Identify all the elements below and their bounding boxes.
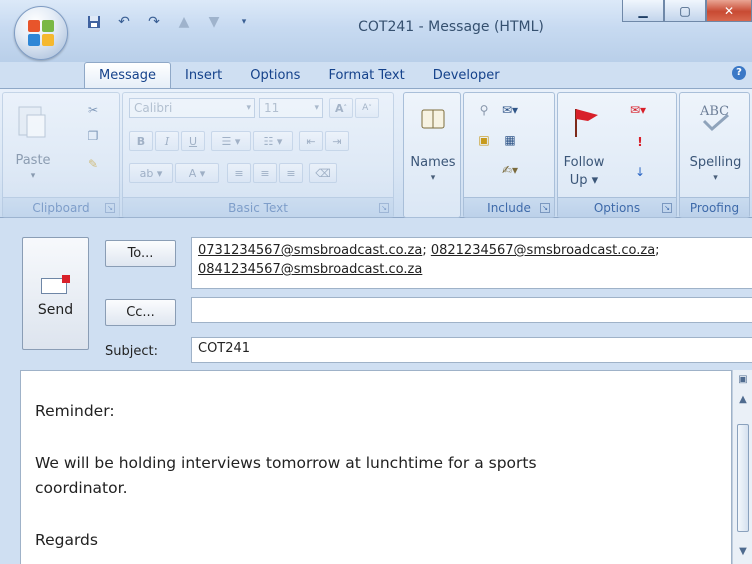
font-name-combo[interactable]: Calibri ▾: [129, 98, 255, 118]
spelling-button[interactable]: Spelling: [680, 155, 751, 170]
copy-icon[interactable]: ❐: [83, 127, 103, 145]
low-importance-icon[interactable]: ↓: [630, 163, 650, 181]
paste-icon[interactable]: [15, 103, 49, 139]
attach-item-icon[interactable]: ✉▾: [500, 101, 520, 119]
help-icon[interactable]: ?: [732, 66, 746, 80]
scroll-thumb[interactable]: [737, 424, 749, 532]
group-basic-text: Calibri ▾ 11 ▾ A ˄ A ˅ B I U ☰ ▾ ☷ ▾ ⇤ ⇥ ab …: [122, 92, 394, 218]
ribbon: Paste ▾ ✂ ❐ ✎ Clipboard ↘ Calibri ▾ 11 ▾ A…: [0, 88, 752, 218]
subject-field[interactable]: COT241: [191, 337, 752, 363]
ruler-toggle-icon[interactable]: ▣: [736, 374, 750, 385]
group-label-options: Options: [558, 197, 676, 217]
group-proofing: ABC Spelling ▾ Proofing: [679, 92, 750, 218]
left-margin: [0, 224, 20, 564]
clear-formatting-icon[interactable]: ⌫: [309, 163, 337, 183]
font-size-combo[interactable]: 11 ▾: [259, 98, 323, 118]
window-controls: ▁ ▢ ✕: [622, 0, 752, 22]
tab-format-text[interactable]: Format Text: [314, 64, 418, 88]
tab-message[interactable]: Message: [84, 62, 171, 88]
clipboard-launcher-icon[interactable]: ↘: [105, 203, 115, 213]
attach-file-icon[interactable]: ⚲: [474, 101, 494, 119]
italic-button[interactable]: I: [155, 131, 179, 151]
group-include: ⚲ ✉▾ ▣ ▦ ✍▾ Include ↘: [463, 92, 555, 218]
highlight-icon[interactable]: ab ▾: [129, 163, 173, 183]
body-line: coordinator.: [35, 479, 128, 497]
group-label-basic-text: Basic Text: [123, 197, 393, 217]
follow-up-button[interactable]: Follow: [558, 155, 610, 170]
calendar-icon[interactable]: ▦: [500, 131, 520, 149]
format-painter-icon[interactable]: ✎: [83, 155, 103, 173]
vertical-scrollbar[interactable]: ▣ ▲ ▼: [732, 370, 752, 564]
tab-insert[interactable]: Insert: [171, 64, 236, 88]
group-options: Follow Up ▾ ✉▾ ! ↓ Options ↘: [557, 92, 677, 218]
recipient[interactable]: 0821234567@smsbroadcast.co.za: [431, 243, 655, 258]
cc-button[interactable]: Cc...: [105, 299, 176, 326]
high-importance-icon[interactable]: !: [630, 133, 650, 151]
group-label-proofing: Proofing: [680, 197, 749, 217]
address-book-icon[interactable]: [420, 107, 446, 131]
body-line: Regards: [35, 531, 98, 549]
basic-text-launcher-icon[interactable]: ↘: [379, 203, 389, 213]
decrease-indent-icon[interactable]: ⇤: [299, 131, 323, 151]
align-left-icon[interactable]: ≡: [227, 163, 251, 183]
align-center-icon[interactable]: ≡: [253, 163, 277, 183]
subject-label: Subject:: [105, 344, 158, 359]
title-bar: ↶ ↷ ▲ ▼ ▾ COT241 - Message (HTML) ▁ ▢ ✕: [0, 0, 752, 62]
body-line: Reminder:: [35, 402, 115, 420]
to-button[interactable]: To...: [105, 240, 176, 267]
increase-indent-icon[interactable]: ⇥: [325, 131, 349, 151]
message-body[interactable]: Reminder: We will be holding interviews …: [20, 370, 732, 564]
bullets-icon[interactable]: ☰ ▾: [211, 131, 251, 151]
font-color-icon[interactable]: A ▾: [175, 163, 219, 183]
tab-developer[interactable]: Developer: [419, 64, 514, 88]
follow-up-flag-icon[interactable]: [568, 103, 604, 139]
ribbon-tabs: Message Insert Options Format Text Devel…: [84, 62, 514, 88]
cc-field[interactable]: [191, 297, 752, 323]
send-envelope-icon: [41, 275, 70, 294]
tab-options[interactable]: Options: [236, 64, 314, 88]
grow-font-button[interactable]: A ˄: [329, 98, 353, 118]
cut-icon[interactable]: ✂: [83, 101, 103, 119]
spelling-icon[interactable]: ABC: [696, 101, 734, 135]
maximize-button[interactable]: ▢: [664, 0, 706, 22]
names-button[interactable]: Names: [404, 155, 462, 170]
group-names: Names ▾: [403, 92, 461, 218]
to-field[interactable]: 0731234567@smsbroadcast.co.za; 082123456…: [191, 237, 752, 289]
close-button[interactable]: ✕: [706, 0, 752, 22]
body-line: We will be holding interviews tomorrow a…: [35, 454, 537, 472]
send-button[interactable]: Send: [22, 237, 89, 350]
include-launcher-icon[interactable]: ↘: [540, 203, 550, 213]
scroll-up-icon[interactable]: ▲: [736, 394, 750, 405]
paste-button[interactable]: Paste: [5, 153, 61, 168]
options-launcher-icon[interactable]: ↘: [662, 203, 672, 213]
recipient[interactable]: 0841234567@smsbroadcast.co.za: [198, 262, 422, 277]
underline-button[interactable]: U: [181, 131, 205, 151]
scroll-down-icon[interactable]: ▼: [736, 546, 750, 557]
business-card-icon[interactable]: ▣: [474, 131, 494, 149]
categorize-icon[interactable]: ✉▾: [628, 101, 648, 119]
group-clipboard: Paste ▾ ✂ ❐ ✎ Clipboard ↘: [2, 92, 120, 218]
group-label-clipboard: Clipboard: [3, 197, 119, 217]
numbering-icon[interactable]: ☷ ▾: [253, 131, 293, 151]
recipient[interactable]: 0731234567@smsbroadcast.co.za: [198, 243, 422, 258]
minimize-button[interactable]: ▁: [622, 0, 664, 22]
bold-button[interactable]: B: [129, 131, 153, 151]
align-right-icon[interactable]: ≡: [279, 163, 303, 183]
shrink-font-button[interactable]: A ˅: [355, 98, 379, 118]
signature-icon[interactable]: ✍▾: [500, 161, 520, 179]
